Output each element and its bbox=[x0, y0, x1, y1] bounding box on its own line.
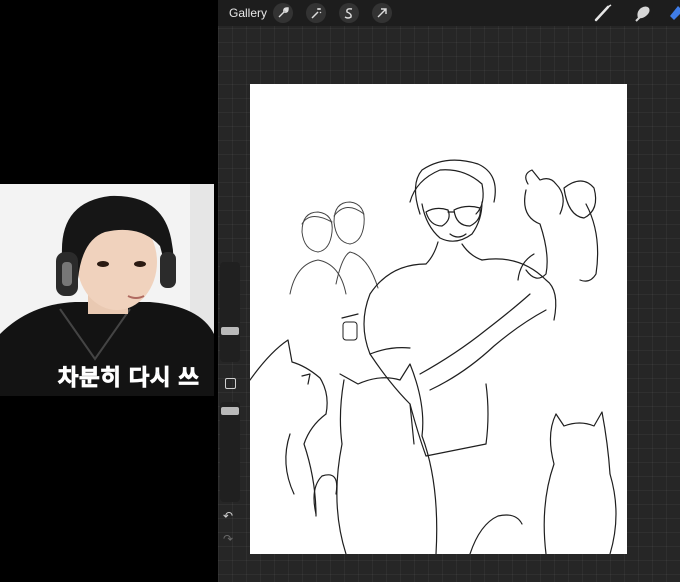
brush-size-slider[interactable] bbox=[220, 262, 240, 362]
magic-wand-icon[interactable] bbox=[306, 3, 326, 23]
redo-arrow-icon[interactable]: ↷ bbox=[223, 532, 233, 546]
wrench-icon[interactable] bbox=[273, 3, 293, 23]
modify-button[interactable] bbox=[225, 378, 236, 389]
opacity-thumb[interactable] bbox=[221, 407, 239, 415]
gallery-button[interactable]: Gallery bbox=[229, 6, 267, 20]
selection-icon[interactable] bbox=[339, 3, 359, 23]
caption-part-1: 차분히 bbox=[58, 365, 122, 391]
top-toolbar: Gallery bbox=[218, 0, 680, 26]
webcam-overlay: 차분히 다시 쓰 bbox=[0, 184, 214, 396]
caption-part-2: 다시 쓰 bbox=[128, 365, 200, 391]
left-sidebar: ↶ ↷ bbox=[220, 262, 240, 552]
line-art-sketch bbox=[250, 159, 617, 554]
eraser-icon[interactable] bbox=[670, 2, 680, 24]
brush-size-thumb[interactable] bbox=[221, 327, 239, 335]
smudge-icon[interactable] bbox=[632, 2, 654, 24]
opacity-slider[interactable] bbox=[220, 402, 240, 502]
undo-arrow-icon[interactable]: ↶ bbox=[223, 509, 233, 523]
brush-icon[interactable] bbox=[592, 2, 614, 24]
drawing-canvas[interactable] bbox=[250, 84, 627, 554]
transform-arrow-icon[interactable] bbox=[372, 3, 392, 23]
subtitle-caption: 차분히 다시 쓰 bbox=[58, 360, 200, 392]
